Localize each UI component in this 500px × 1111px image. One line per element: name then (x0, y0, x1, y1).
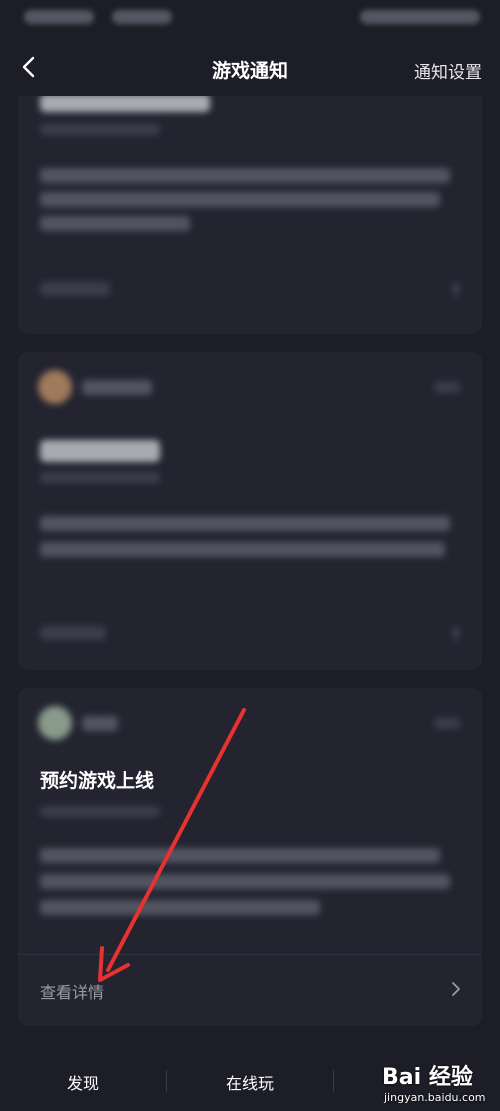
watermark-logo-text: Bai 经验 (382, 1065, 473, 1090)
nav-discover[interactable]: 发现 (67, 1070, 99, 1094)
chevron-right-icon (452, 982, 460, 996)
battery-time (360, 10, 480, 24)
notification-list: 预约游戏上线 查看详情 (0, 96, 500, 1041)
game-notifications-screen: 游戏通知 通知设置 预约游戏上线 查看详情 发现 在线玩 Bai 经验 jing… (0, 0, 500, 1111)
notification-card[interactable] (18, 352, 482, 670)
top-bar: 游戏通知 通知设置 (0, 40, 500, 96)
notification-card[interactable]: 预约游戏上线 查看详情 (18, 688, 482, 1026)
notification-settings-link[interactable]: 通知设置 (414, 58, 482, 83)
baidu-watermark: Bai 经验 jingyan.baidu.com (378, 1055, 500, 1109)
nav-divider (333, 1070, 334, 1092)
view-details-link[interactable]: 查看详情 (40, 979, 104, 1003)
carrier-info (24, 10, 94, 24)
card-divider (18, 954, 482, 955)
notification-card[interactable] (18, 96, 482, 334)
nav-divider (166, 1070, 167, 1092)
signal-icons (112, 10, 172, 24)
card-title: 预约游戏上线 (40, 770, 155, 792)
watermark-url: jingyan.baidu.com (384, 1091, 486, 1104)
avatar (38, 370, 72, 404)
nav-play-online[interactable]: 在线玩 (226, 1070, 274, 1094)
status-bar (0, 0, 500, 36)
avatar (38, 706, 72, 740)
